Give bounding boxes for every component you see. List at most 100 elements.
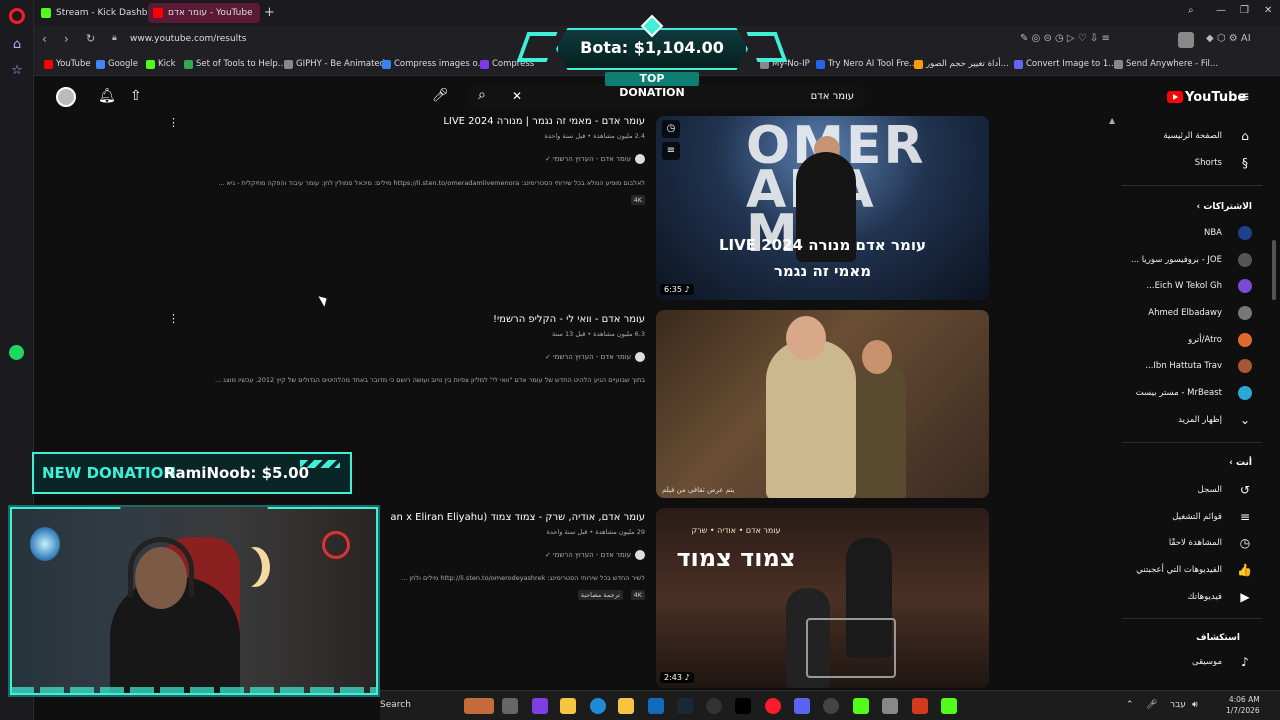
profile-icon[interactable] [1178,32,1194,48]
youtube-logo[interactable]: YouTube [1167,90,1246,105]
compress-icon [382,60,391,69]
subscriptions-header[interactable]: الاشتراكات › [1197,202,1253,212]
4k-app-icon[interactable] [706,698,722,714]
bookmark-nero-ai[interactable]: Try Nero AI Tool Fre... [816,59,917,69]
bookmark-giphy[interactable]: GIPHY - Be Animated [284,59,385,69]
bookmark-kick[interactable]: Kick [146,59,176,69]
opera-logo-icon[interactable] [9,8,25,24]
new-donation-title: NEW DONATION [42,464,176,482]
discord-icon[interactable] [794,698,810,714]
bookmark-google[interactable]: Google [96,59,138,69]
guide-item-liked[interactable]: 👍 الفيديوهات التي أعجبتني [1118,560,1270,582]
url-field[interactable]: www.youtube.com/results [130,34,246,44]
outlook-icon[interactable] [648,698,664,714]
tab-youtube[interactable]: עומר אדם - YouTube [148,3,260,23]
search-query-text[interactable]: עומר אדם [811,91,854,102]
back-button[interactable]: ‹ [42,32,47,46]
add-to-queue-icon[interactable]: ≡ [662,142,680,160]
copilot-icon[interactable] [532,698,548,714]
extensions-icon[interactable]: ◆ ⬡ ⚙ AI [1206,33,1251,44]
subscription-item[interactable]: JOE - بروفيسور سوريا ... [1118,250,1270,272]
guide-item-watch-later[interactable]: ◷ المشاهدة لاحقًا [1118,533,1270,555]
task-view-icon[interactable] [502,698,518,714]
guide-item-home[interactable]: ⌂ الصفحة الرئيسية [1118,126,1270,148]
guide-item-music[interactable]: ♪ موسيقى [1118,652,1270,674]
subscription-item[interactable]: NBA [1118,223,1270,245]
voice-search-mic-icon[interactable]: 🎤︎ [432,88,449,103]
close-window-button[interactable]: ✕ [1264,5,1272,16]
kick-icon[interactable] [853,698,869,714]
video-thumbnail[interactable]: עומר אדם • אודיה • שרק צמוד צמוד 2:43 ♪ [656,508,989,688]
video-result[interactable]: ⋮ עומר אדם - מאמי זה נגמר | מנורה LIVE 2… [168,116,990,302]
bookmark-compress-images[interactable]: Compress images o... [382,59,486,69]
edge-icon[interactable] [590,698,606,714]
you-header[interactable]: أنت › [1229,458,1252,468]
clear-search-icon[interactable]: ✕ [512,89,522,103]
spotify-icon[interactable] [9,345,24,360]
tab-kick-dashboard[interactable]: Stream - Kick Dashboard [36,3,148,23]
guide-item-your-videos[interactable]: ▶ فيديوهاتك [1118,587,1270,609]
tiktok-icon[interactable] [735,698,751,714]
bookmark-image-resize[interactable]: أداة تغيير حجم الصور... [914,59,1009,69]
bookmark-convert-image[interactable]: Convert Image to 1... [1014,59,1116,69]
subscription-item[interactable]: Eich W Tekol Gh... [1118,276,1270,298]
star-icon[interactable]: ☆ [8,62,26,80]
video-title[interactable]: עומר אדם - וואי לי - הקליפ הרשמי! [493,314,645,325]
tab-label: עומר אדם - YouTube [168,8,253,18]
subscription-item[interactable]: MrBeast - مستر بيست [1118,383,1270,405]
taskbar-app-icon[interactable] [882,698,898,714]
video-thumbnail[interactable]: يتم عرض ثقافي من فيلم [656,310,989,498]
upload-icon[interactable]: ⇧ [130,88,142,104]
more-options-icon[interactable]: ⋮ [168,312,179,325]
account-avatar[interactable] [56,87,76,107]
notifications-bell-icon[interactable]: 🔔︎ [98,88,116,104]
watch-later-icon[interactable]: ◷ [662,120,680,138]
search-tabs-icon[interactable]: ⌕ [1188,5,1194,16]
show-more-button[interactable]: ⌄ إظهار المزيد [1118,410,1270,432]
subscription-item[interactable]: Ibn Hattuta Trav... [1118,356,1270,378]
tray-chevron-icon[interactable]: ⌃ [1126,700,1134,710]
guide-item-history[interactable]: ↺ السجل [1118,480,1270,502]
video-title[interactable]: עומר אדם, אודיה, שרק - צמוד צמוד (an x E… [390,512,645,523]
channel-name[interactable]: עומר אדם - הערוץ הרשמי ✓ [545,154,645,164]
steam-icon[interactable] [677,698,693,714]
bookmark-send-anywhere[interactable]: Send Anywhere - Fil... [1114,59,1218,69]
microphone-icon[interactable]: 🎤︎ [1146,700,1157,710]
opera-icon[interactable] [765,698,781,714]
scroll-up-icon[interactable]: ▲ [1109,116,1115,125]
maximize-button[interactable]: ❐ [1240,5,1249,16]
volume-icon[interactable]: 🔊︎ [1192,700,1198,710]
obs-icon[interactable] [823,698,839,714]
video-title[interactable]: עומר אדם - מאמי זה נגמר | מנורה LIVE 202… [443,116,645,127]
channel-name[interactable]: עומר אדם - הערוץ הרשמי ✓ [545,550,645,560]
bookmark-youtube[interactable]: YouTube [44,59,91,69]
video-thumbnail[interactable]: OMER ADAM LIVE 2024 עומר אדם מנורה מאמי … [656,116,989,300]
subscription-item[interactable]: Ahmed Elbadawy [1118,303,1270,325]
home-icon[interactable]: ⌂ [8,36,26,54]
forward-button[interactable]: › [64,32,69,46]
bookmark-tools[interactable]: Set of Tools to Help... [184,59,286,69]
new-tab-button[interactable]: + [264,5,275,20]
extension-icons[interactable]: ✎ ◎ ⊝ ◷ ▷ ♡ ⇩ ≡ [1020,33,1110,44]
guide-item-playlists[interactable]: ≡ قوائم التشغيل [1118,507,1270,529]
channel-name[interactable]: עומר אדם - הערוץ הרשמי ✓ [545,352,645,362]
minimize-button[interactable]: — [1216,5,1226,16]
more-options-icon[interactable]: ⋮ [168,116,179,129]
file-explorer-icon[interactable] [560,698,576,714]
top-donation-overlay: Bota: $1,104.00 TOP DONATION [516,14,788,99]
taskbar-clock[interactable]: 4:06 AM 1/7/2026 [1226,694,1260,716]
menu-icon[interactable]: ≡ [1238,89,1250,105]
reload-button[interactable]: ↻ [86,32,95,45]
taskbar-app-icon[interactable] [618,698,634,714]
subscription-item[interactable]: Atro/أترو [1118,330,1270,352]
taskbar-app-icon[interactable] [464,698,494,714]
guide-item-shorts[interactable]: § Shorts [1118,153,1270,175]
taskbar-app-icon[interactable] [941,698,957,714]
taskbar-search[interactable]: Search [380,700,440,716]
search-icon[interactable]: ⌕ [478,87,486,103]
guide-scrollbar[interactable] [1272,240,1276,300]
video-duration: 6:35 ♪ [660,284,694,295]
language-indicator[interactable]: עבר [1170,700,1186,710]
taskbar-app-icon[interactable] [912,698,928,714]
thumbnail-caption: מאמי זה נגמר [773,262,872,280]
